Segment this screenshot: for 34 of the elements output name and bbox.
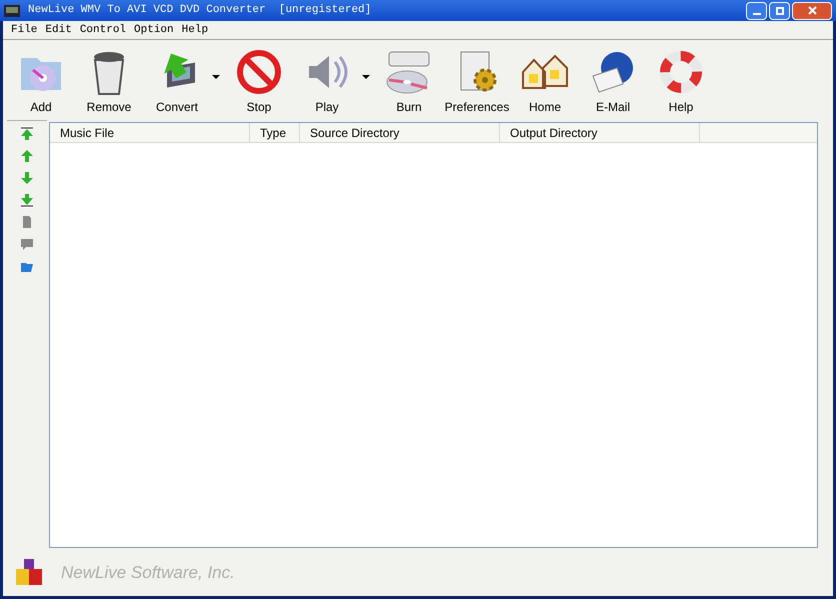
toolbar-button[interactable]: Help bbox=[647, 48, 715, 116]
menu-item[interactable]: Edit bbox=[41, 22, 76, 38]
no-entry-icon bbox=[235, 48, 283, 96]
toolbar-button[interactable]: Convert bbox=[143, 48, 211, 116]
toolbar-button[interactable]: E-Mail bbox=[579, 48, 647, 116]
menu-item[interactable]: Help bbox=[178, 22, 212, 38]
move-bottom-icon[interactable] bbox=[20, 193, 34, 207]
menu-item[interactable]: Option bbox=[130, 22, 178, 38]
lifebuoy-icon bbox=[657, 48, 705, 96]
close-button[interactable] bbox=[792, 2, 832, 20]
move-top-icon[interactable] bbox=[20, 127, 34, 141]
toolbar-button[interactable]: Add bbox=[7, 48, 75, 116]
menu-item[interactable]: File bbox=[7, 22, 42, 38]
app-icon bbox=[4, 4, 20, 16]
arrow-up-icon[interactable] bbox=[20, 149, 34, 163]
toolbar-button[interactable]: Stop bbox=[225, 48, 293, 116]
toolbar-button[interactable]: Remove bbox=[75, 48, 143, 116]
toolbar-button[interactable]: Preferences bbox=[443, 48, 511, 116]
column-header[interactable]: Output Directory bbox=[500, 123, 700, 142]
column-header[interactable]: Type bbox=[250, 123, 300, 142]
minimize-button[interactable] bbox=[746, 2, 767, 20]
toolbar-button[interactable]: Home bbox=[511, 48, 579, 116]
maximize-button[interactable] bbox=[769, 2, 790, 20]
column-header[interactable]: Source Directory bbox=[300, 123, 500, 142]
menu-item[interactable]: Control bbox=[76, 22, 130, 38]
company-name: NewLive Software, Inc. bbox=[61, 562, 235, 584]
close-icon bbox=[808, 6, 816, 15]
caret-icon[interactable] bbox=[211, 74, 221, 80]
toolbar-button[interactable]: Burn bbox=[375, 48, 443, 116]
toolbar-button[interactable]: Play bbox=[293, 48, 361, 116]
caret-icon[interactable] bbox=[361, 74, 371, 80]
column-header[interactable]: Music File bbox=[50, 123, 250, 142]
arrow-down-icon[interactable] bbox=[20, 171, 34, 185]
window-title: NewLive WMV To AVI VCD DVD Converter [unregistered] bbox=[28, 3, 372, 18]
